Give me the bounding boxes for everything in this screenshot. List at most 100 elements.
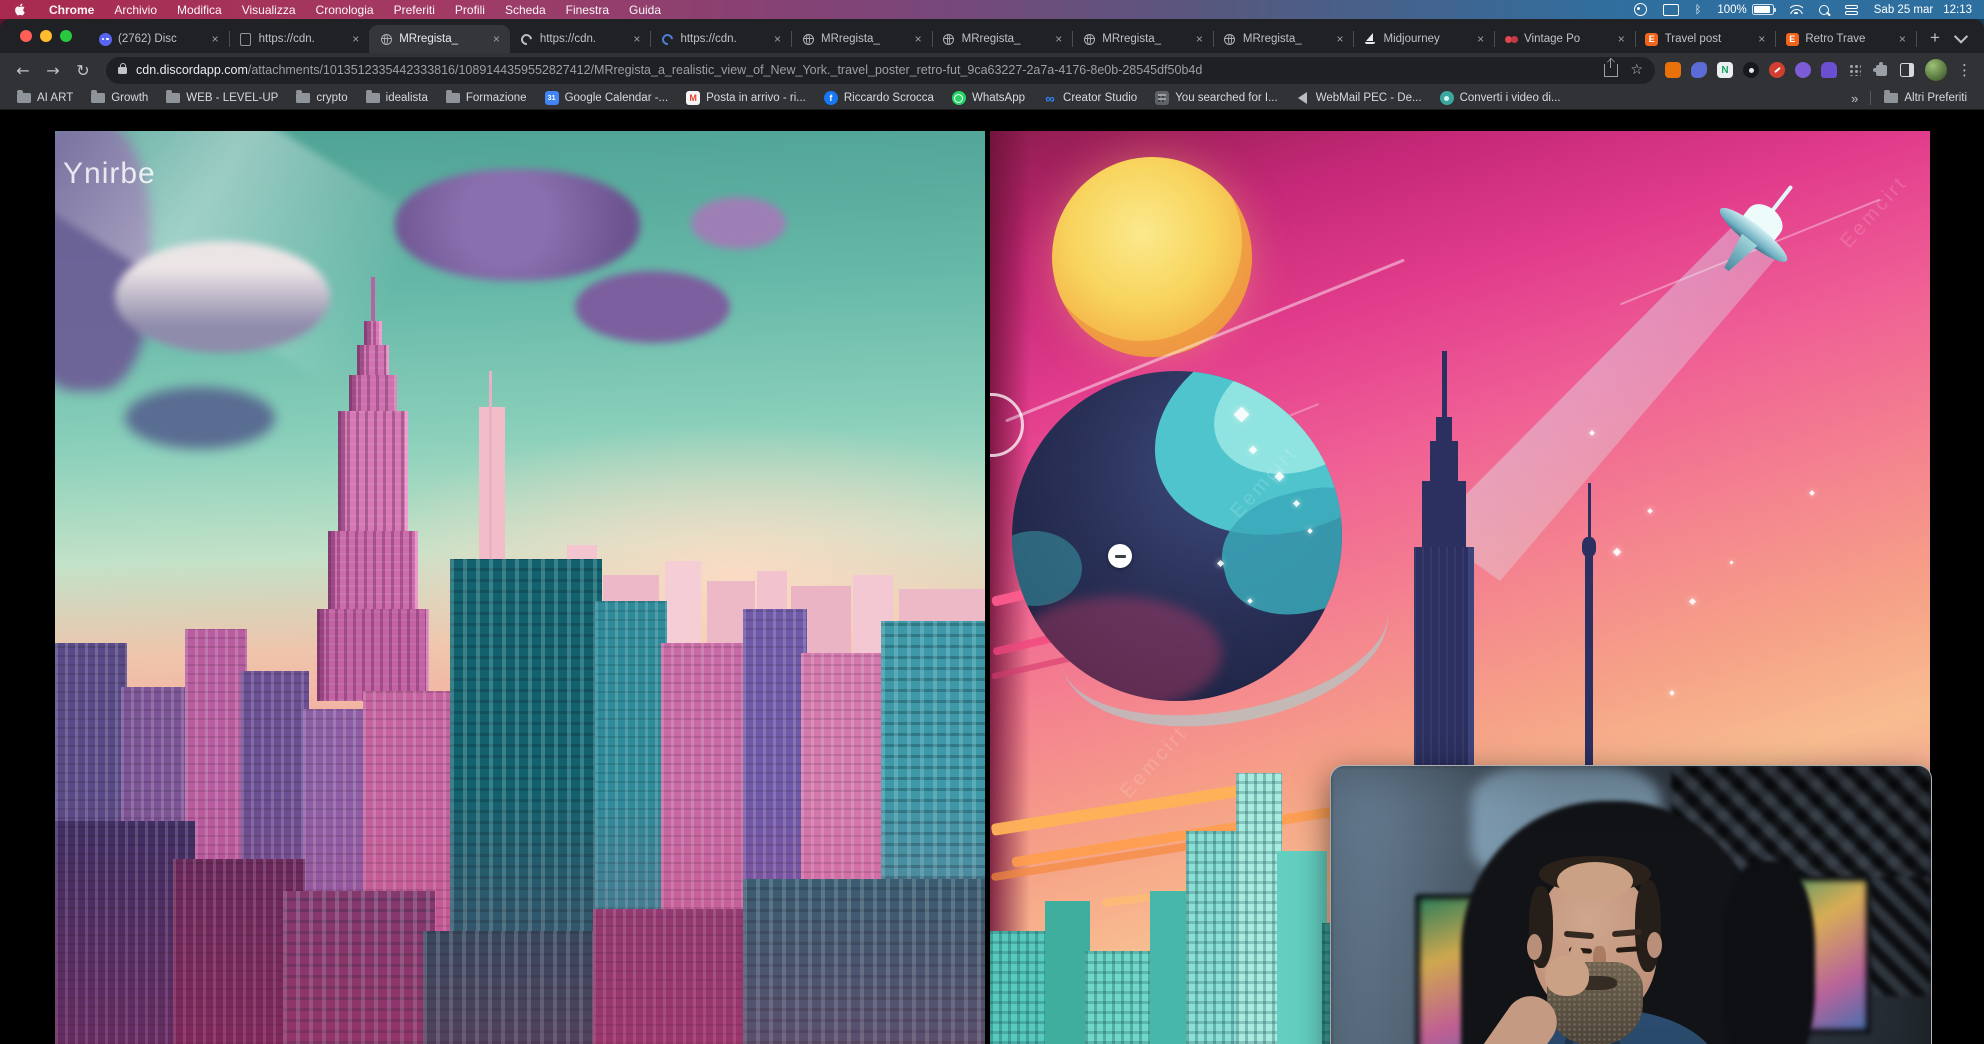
facebook-icon: f bbox=[824, 91, 838, 105]
tab-close-button[interactable]: × bbox=[631, 32, 642, 46]
share-icon[interactable] bbox=[1604, 64, 1618, 77]
page-icon bbox=[239, 32, 253, 46]
zoom-window-button[interactable] bbox=[60, 30, 72, 42]
wifi-icon[interactable] bbox=[1790, 3, 1803, 17]
other-favorites-folder[interactable]: Altri Preferiti bbox=[1875, 87, 1976, 109]
bookmark-whatsapp[interactable]: WhatsApp bbox=[943, 87, 1034, 109]
menu-bar-date[interactable]: Sab 25 mar bbox=[1874, 4, 1933, 16]
profile-avatar[interactable] bbox=[1925, 59, 1947, 81]
forward-button[interactable]: → bbox=[40, 57, 66, 83]
ext-black-icon[interactable] bbox=[1743, 62, 1759, 78]
bookmark-label: AI ART bbox=[37, 92, 73, 104]
tab-close-button[interactable]: × bbox=[772, 32, 783, 46]
bookmark-google-calendar[interactable]: 31Google Calendar -... bbox=[536, 87, 678, 109]
bookmark-folder-growth[interactable]: Growth bbox=[82, 87, 157, 109]
bookmark-folder-ai-art[interactable]: AI ART bbox=[8, 87, 82, 109]
ext-violet-icon[interactable] bbox=[1821, 62, 1837, 78]
reload-button[interactable]: ↻ bbox=[70, 57, 96, 83]
menu-bar-clock[interactable]: 12:13 bbox=[1943, 4, 1972, 16]
tab-close-button[interactable]: × bbox=[1334, 32, 1345, 46]
globe-icon bbox=[1223, 32, 1237, 46]
bookmark-creator-studio[interactable]: ∞Creator Studio bbox=[1034, 87, 1146, 109]
crescent-icon-blue bbox=[660, 32, 674, 46]
tab-close-button[interactable]: × bbox=[350, 32, 361, 46]
apps-grid-icon[interactable] bbox=[1847, 62, 1863, 78]
bookmark-facebook[interactable]: fRiccardo Scrocca bbox=[815, 87, 943, 109]
tab-cdn-3[interactable]: https://cdn. × bbox=[650, 25, 791, 53]
tab-label: Midjourney bbox=[1383, 33, 1469, 45]
tab-mrregista-2[interactable]: MRregista_ × bbox=[791, 25, 932, 53]
back-button[interactable]: ← bbox=[10, 57, 36, 83]
ext-red-icon[interactable] bbox=[1769, 62, 1785, 78]
bookmark-gmail[interactable]: MPosta in arrivo - ri... bbox=[677, 87, 815, 109]
tab-search-button[interactable] bbox=[1948, 25, 1974, 51]
menu-item-cronologia[interactable]: Cronologia bbox=[306, 3, 384, 17]
menu-item-finestra[interactable]: Finestra bbox=[556, 3, 619, 17]
lock-icon[interactable] bbox=[118, 67, 127, 74]
tab-close-button[interactable]: × bbox=[491, 32, 502, 46]
menu-item-scheda[interactable]: Scheda bbox=[495, 3, 556, 17]
left-poster-image[interactable]: Ynirbe bbox=[55, 131, 985, 1044]
tab-travel-posters[interactable]: E Travel post × bbox=[1635, 25, 1776, 53]
tab-mrregista-5[interactable]: MRregista_ × bbox=[1213, 25, 1354, 53]
tab-mrregista-4[interactable]: MRregista_ × bbox=[1072, 25, 1213, 53]
menu-item-chrome[interactable]: Chrome bbox=[39, 3, 104, 17]
apple-menu[interactable] bbox=[0, 2, 39, 17]
chevron-down-icon bbox=[1954, 30, 1968, 44]
new-tab-button[interactable]: + bbox=[1922, 25, 1948, 51]
browser-menu-button[interactable]: ⋮ bbox=[1957, 61, 1972, 79]
bookmarks-overflow-button[interactable]: » bbox=[1843, 91, 1866, 106]
spotlight-icon[interactable] bbox=[1819, 3, 1829, 17]
menu-item-profili[interactable]: Profili bbox=[445, 3, 495, 17]
display-icon[interactable] bbox=[1663, 3, 1679, 17]
tab-close-button[interactable]: × bbox=[210, 32, 221, 46]
tab-retro-travel[interactable]: E Retro Trave × bbox=[1775, 25, 1916, 53]
bookmark-you-searched[interactable]: You searched for I... bbox=[1146, 87, 1287, 109]
ext-indigo-icon[interactable] bbox=[1691, 62, 1707, 78]
tab-close-button[interactable]: × bbox=[1756, 32, 1767, 46]
extensions-puzzle-icon[interactable] bbox=[1873, 62, 1889, 78]
tab-mrregista-active[interactable]: MRregista_ × bbox=[369, 25, 510, 53]
menu-item-archivio[interactable]: Archivio bbox=[104, 3, 167, 17]
tab-close-button[interactable]: × bbox=[1194, 32, 1205, 46]
tab-close-button[interactable]: × bbox=[1053, 32, 1064, 46]
tab-mrregista-3[interactable]: MRregista_ × bbox=[932, 25, 1073, 53]
bookmark-folder-formazione[interactable]: Formazione bbox=[437, 87, 536, 109]
bluetooth-icon[interactable]: ᛒ bbox=[1695, 3, 1702, 17]
tab-close-button[interactable]: × bbox=[913, 32, 924, 46]
tab-cdn-1[interactable]: https://cdn. × bbox=[229, 25, 370, 53]
close-window-button[interactable] bbox=[20, 30, 32, 42]
record-icon[interactable] bbox=[1634, 3, 1647, 17]
bookmark-folder-crypto[interactable]: crypto bbox=[287, 87, 356, 109]
bookmark-webmail-pec[interactable]: WebMail PEC - De... bbox=[1287, 87, 1431, 109]
bookmark-star-icon[interactable]: ☆ bbox=[1630, 62, 1643, 78]
ext-orange-icon[interactable] bbox=[1665, 62, 1681, 78]
tab-midjourney[interactable]: Midjourney × bbox=[1353, 25, 1494, 53]
tab-vintage-posters[interactable]: Vintage Po × bbox=[1494, 25, 1635, 53]
teal-building bbox=[990, 931, 1050, 1044]
browser-toolbar: ← → ↻ cdn.discordapp.com /attachments/10… bbox=[0, 53, 1984, 87]
tab-close-button[interactable]: × bbox=[1897, 32, 1908, 46]
sidebar-icon[interactable] bbox=[1899, 62, 1915, 78]
ext-notion-icon[interactable]: N bbox=[1717, 62, 1733, 78]
left-poster-watermark: Ynirbe bbox=[63, 157, 156, 191]
bookmark-label: Creator Studio bbox=[1063, 92, 1137, 104]
menu-item-visualizza[interactable]: Visualizza bbox=[232, 3, 306, 17]
tab-label: MRregista_ bbox=[1243, 33, 1329, 45]
bookmark-converti-video[interactable]: Converti i video di... bbox=[1431, 87, 1570, 109]
crescent-icon bbox=[520, 32, 534, 46]
control-center-icon[interactable] bbox=[1845, 3, 1858, 17]
tab-close-button[interactable]: × bbox=[1475, 32, 1486, 46]
tab-discord[interactable]: (2762) Disc × bbox=[88, 25, 229, 53]
ext-purple-icon[interactable] bbox=[1795, 62, 1811, 78]
tab-cdn-2[interactable]: https://cdn. × bbox=[510, 25, 651, 53]
minimize-window-button[interactable] bbox=[40, 30, 52, 42]
address-bar[interactable]: cdn.discordapp.com /attachments/10135123… bbox=[106, 57, 1655, 84]
bookmark-folder-web-level-up[interactable]: WEB - LEVEL-UP bbox=[157, 87, 287, 109]
bookmark-folder-idealista[interactable]: idealista bbox=[357, 87, 437, 109]
tab-close-button[interactable]: × bbox=[1616, 32, 1627, 46]
menu-item-preferiti[interactable]: Preferiti bbox=[384, 3, 445, 17]
battery-status[interactable]: 100% bbox=[1717, 3, 1773, 17]
menu-item-guida[interactable]: Guida bbox=[619, 3, 671, 17]
menu-item-modifica[interactable]: Modifica bbox=[167, 3, 232, 17]
